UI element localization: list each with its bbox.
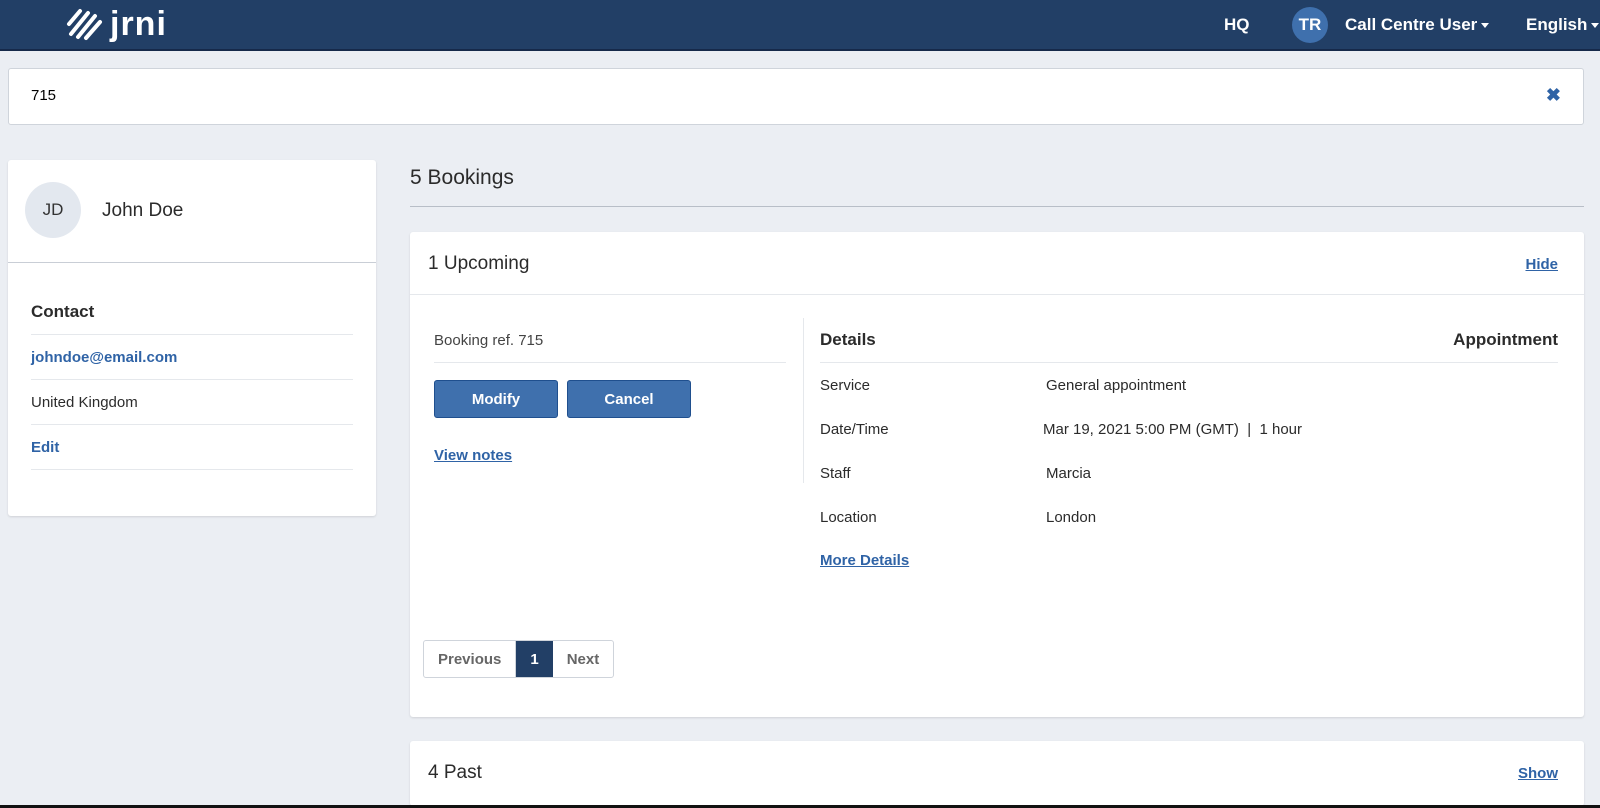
language-menu[interactable]: English — [1526, 15, 1600, 35]
upcoming-card: 1 Upcoming Hide Booking ref. 715 Modify … — [410, 232, 1584, 717]
booking-type: Appointment — [1453, 330, 1558, 349]
details-heading: Details — [820, 330, 876, 349]
past-heading: 4 Past — [428, 762, 482, 783]
customer-name: John Doe — [102, 200, 184, 221]
modify-button[interactable]: Modify — [434, 380, 558, 418]
country: United Kingdom — [31, 379, 353, 424]
view-notes-link[interactable]: View notes — [434, 447, 512, 464]
divider — [410, 206, 1584, 207]
caret-down-icon — [1481, 23, 1490, 29]
user-menu[interactable]: Call Centre User — [1345, 15, 1490, 35]
divider — [820, 362, 1558, 363]
bookings-title: 5 Bookings — [410, 166, 514, 189]
jrni-logo[interactable]: jrni — [66, 6, 167, 42]
top-nav: jrni HQ TR Call Centre User English — [0, 0, 1600, 51]
detail-label: Service — [820, 377, 871, 394]
more-details-link[interactable]: More Details — [820, 552, 909, 569]
hide-link[interactable]: Hide — [1525, 256, 1558, 273]
hq-link[interactable]: HQ — [1224, 15, 1250, 35]
email-link[interactable]: johndoe@email.com — [31, 349, 177, 366]
detail-label: Location — [820, 509, 877, 526]
booking-ref: Booking ref. 715 — [434, 332, 544, 349]
cancel-button[interactable]: Cancel — [567, 380, 691, 418]
language-label: English — [1526, 15, 1588, 34]
detail-value: Mar 19, 2021 5:00 PM (GMT) | 1 hour — [1043, 421, 1302, 438]
page-1-button[interactable]: 1 — [516, 641, 553, 677]
previous-page-button[interactable]: Previous — [424, 641, 517, 677]
search-bar: ✖ — [8, 68, 1584, 125]
past-card: 4 Past Show — [410, 741, 1584, 806]
customer-card: JD John Doe Contact johndoe@email.com Un… — [8, 160, 376, 516]
divider — [8, 262, 376, 263]
detail-label: Date/Time — [820, 421, 889, 438]
user-avatar[interactable]: TR — [1292, 7, 1328, 43]
pagination: Previous 1 Next — [423, 640, 615, 678]
edit-link[interactable]: Edit — [31, 439, 59, 456]
divider — [803, 318, 804, 483]
close-icon[interactable]: ✖ — [1546, 85, 1561, 106]
show-link[interactable]: Show — [1518, 765, 1558, 782]
logo-text: jrni — [110, 5, 167, 43]
customer-avatar: JD — [25, 182, 81, 238]
caret-down-icon — [1591, 23, 1600, 29]
divider — [434, 362, 786, 363]
divider — [410, 294, 1584, 295]
detail-value: Marcia — [1046, 465, 1092, 482]
detail-value: London — [1046, 509, 1097, 526]
detail-label: Staff — [820, 465, 851, 482]
logo-stripes-icon — [67, 9, 102, 40]
user-name: Call Centre User — [1345, 15, 1478, 34]
upcoming-heading: 1 Upcoming — [428, 253, 530, 274]
search-input[interactable] — [31, 87, 1431, 104]
divider — [31, 469, 353, 484]
contact-heading: Contact — [31, 302, 95, 321]
next-page-button[interactable]: Next — [553, 641, 614, 677]
detail-value: General appointment — [1046, 377, 1187, 394]
